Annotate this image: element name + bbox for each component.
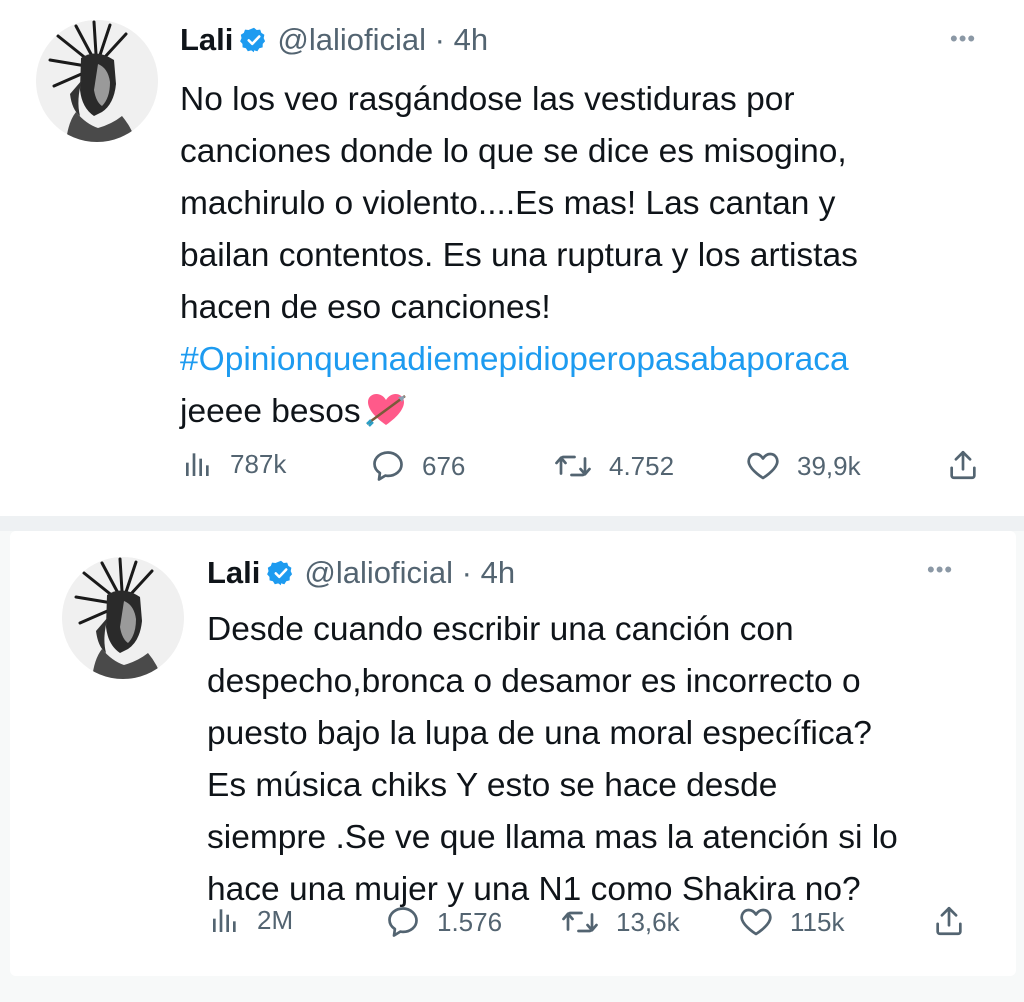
reply-button[interactable]: 676 [370,448,465,484]
tweet-actions: 787k 676 4.752 39,9k [0,448,1024,488]
verified-badge-icon [267,559,295,587]
share-button[interactable] [932,904,966,938]
more-options-icon[interactable]: ••• [927,557,953,583]
reply-button[interactable]: 1.576 [385,904,502,940]
tweet-header: Lali @lalioficial · 4h [207,555,515,591]
tweet-text-line: hacen de eso canciones! [180,289,551,326]
avatar[interactable] [36,20,158,142]
hashtag-link[interactable]: #Opinionquenadiemepidioperopasabaporaca [180,334,858,386]
handle-and-time[interactable]: @lalioficial · 4h [304,555,515,591]
tweet-actions: 2M 1.576 13,6k 115k [10,904,1016,944]
reply-count: 676 [422,450,466,481]
tweet-text: No los veo rasgándose las vestiduras por… [180,74,858,444]
tweet-card[interactable]: Lali @lalioficial · 4h ••• Desde cuando … [10,531,1016,976]
like-count: 115k [790,906,845,937]
tweet-text-line: Desde cuando escribir una canción con [207,611,794,648]
verified-badge-icon [240,26,268,54]
tweet-text-line: siempre .Se ve que llama mas la atención… [207,819,898,856]
reply-icon [388,907,418,937]
like-button[interactable]: 115k [738,904,844,940]
retweet-button[interactable]: 13,6k [560,904,680,940]
avatar-image [62,557,184,679]
tweet-text: Desde cuando escribir una canción con de… [207,604,898,916]
tweet-text-line: No los veo rasgándose las vestiduras por [180,81,795,118]
tweet-text-fragment: jeeee besos [180,393,361,430]
views-count: 787k [230,448,287,479]
handle-and-time[interactable]: @lalioficial · 4h [277,22,488,58]
like-button[interactable]: 39,9k [745,448,861,484]
tweet-header: Lali @lalioficial · 4h [180,22,488,58]
heart-icon [747,452,779,480]
tweet-text-line: canciones donde lo que se dice es misogi… [180,133,847,170]
retweet-count: 13,6k [616,906,680,937]
avatar-image [36,20,158,142]
retweet-icon [562,911,598,933]
tweet-card[interactable]: Lali @lalioficial · 4h ••• No los veo ra… [0,0,1024,516]
share-button[interactable] [946,448,980,482]
reply-icon [373,451,403,481]
heart-icon [740,908,772,936]
views-icon [186,453,209,476]
views-icon [213,909,236,932]
display-name[interactable]: Lali [180,22,233,58]
like-count: 39,9k [797,450,861,481]
tweet-text-line: puesto bajo la lupa de una moral específ… [207,715,872,752]
retweet-button[interactable]: 4.752 [553,448,674,484]
tweet-text-line: Es música chiks Y esto se hace desde [207,767,778,804]
tweet-text-line: machirulo o violento....Es mas! Las cant… [180,185,836,222]
heart-with-arrow-emoji-icon [365,392,407,444]
views-count: 2M [257,904,294,935]
more-options-icon[interactable]: ••• [950,26,976,52]
tweet-text-line: bailan contentos. Es una ruptura y los a… [180,237,858,274]
display-name[interactable]: Lali [207,555,260,591]
share-icon [936,906,962,936]
views-button[interactable]: 787k [182,448,286,480]
views-button[interactable]: 2M [209,904,293,936]
reply-count: 1.576 [437,906,503,937]
avatar[interactable] [62,557,184,679]
retweet-count: 4.752 [609,450,675,481]
tweet-text-line: despecho,bronca o desamor es incorrecto … [207,663,861,700]
retweet-icon [555,455,591,477]
tweet-text-line: jeeee besos [180,386,858,444]
tweet-divider [0,516,1024,531]
share-icon [950,450,976,480]
